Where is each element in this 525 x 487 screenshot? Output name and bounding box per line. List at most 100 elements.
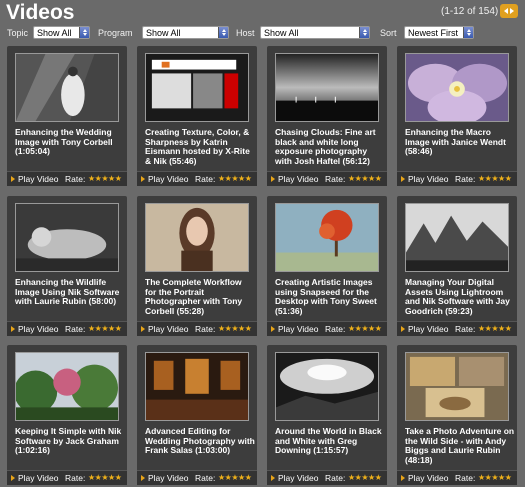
rating-stars[interactable]: ★★★★★ [478, 471, 512, 485]
program-select-value: Show All [146, 28, 181, 38]
video-title[interactable]: Take a Photo Adventure on the Wild Side … [405, 426, 515, 465]
play-icon[interactable] [11, 475, 15, 481]
rate-label: Rate: [325, 473, 346, 483]
video-title[interactable]: Enhancing the Wedding Image with Tony Co… [15, 127, 125, 157]
video-title[interactable]: Advanced Editing for Wedding Photography… [145, 426, 255, 456]
rating-stars[interactable]: ★★★★★ [348, 172, 382, 186]
card-footer: Play Video Rate: ★★★★★ [267, 321, 387, 336]
video-title[interactable]: Keeping It Simple with Nik Software by J… [15, 426, 125, 456]
video-thumbnail[interactable] [145, 203, 249, 272]
video-card[interactable]: Keeping It Simple with Nik Software by J… [7, 345, 127, 485]
play-video-link[interactable]: Play Video [278, 471, 318, 485]
video-title[interactable]: Enhancing the Wildlife Image Using Nik S… [15, 277, 125, 307]
select-arrows-icon[interactable] [218, 27, 228, 38]
rating-stars[interactable]: ★★★★★ [88, 322, 122, 336]
select-arrows-icon[interactable] [79, 27, 89, 38]
video-thumbnail[interactable] [145, 53, 249, 122]
play-video-link[interactable]: Play Video [18, 471, 58, 485]
video-card[interactable]: Enhancing the Macro Image with Janice We… [397, 46, 517, 186]
play-icon[interactable] [401, 326, 405, 332]
play-icon[interactable] [141, 326, 145, 332]
video-thumbnail[interactable] [145, 352, 249, 421]
play-video-link[interactable]: Play Video [408, 322, 448, 336]
video-thumbnail[interactable] [15, 53, 119, 122]
rating-stars[interactable]: ★★★★★ [348, 322, 382, 336]
rate-label: Rate: [455, 324, 476, 334]
video-card[interactable]: Creating Artistic Images using Snapseed … [267, 196, 387, 336]
card-footer: Play Video Rate: ★★★★★ [137, 321, 257, 336]
card-footer: Play Video Rate: ★★★★★ [267, 171, 387, 186]
play-video-link[interactable]: Play Video [148, 322, 188, 336]
video-thumbnail[interactable] [405, 203, 509, 272]
topic-select[interactable]: Show All [33, 26, 90, 39]
play-icon[interactable] [271, 176, 275, 182]
play-video-link[interactable]: Play Video [18, 322, 58, 336]
rate-label: Rate: [65, 174, 86, 184]
play-icon[interactable] [11, 176, 15, 182]
video-card[interactable]: Creating Texture, Color, & Sharpness by … [137, 46, 257, 186]
program-label: Program [98, 28, 133, 38]
play-video-link[interactable]: Play Video [278, 322, 318, 336]
card-footer: Play Video Rate: ★★★★★ [397, 470, 517, 485]
play-icon[interactable] [401, 475, 405, 481]
video-thumbnail[interactable] [405, 53, 509, 122]
sort-select[interactable]: Newest First [404, 26, 474, 39]
video-card[interactable]: Take a Photo Adventure on the Wild Side … [397, 345, 517, 485]
video-card[interactable]: Advanced Editing for Wedding Photography… [137, 345, 257, 485]
play-icon[interactable] [141, 475, 145, 481]
rating-stars[interactable]: ★★★★★ [218, 322, 252, 336]
rating-stars[interactable]: ★★★★★ [348, 471, 382, 485]
video-thumbnail[interactable] [15, 352, 119, 421]
play-icon[interactable] [271, 475, 275, 481]
video-title[interactable]: Creating Artistic Images using Snapseed … [275, 277, 385, 316]
page-title: Videos [6, 1, 75, 24]
play-icon[interactable] [141, 176, 145, 182]
video-title[interactable]: The Complete Workflow for the Portrait P… [145, 277, 255, 316]
rate-label: Rate: [65, 324, 86, 334]
select-arrows-icon[interactable] [463, 27, 473, 38]
video-card[interactable]: Around the World in Black and White with… [267, 345, 387, 485]
video-title[interactable]: Enhancing the Macro Image with Janice We… [405, 127, 515, 157]
pagination-arrows[interactable] [500, 4, 518, 18]
host-select-value: Show All [264, 28, 299, 38]
video-thumbnail[interactable] [15, 203, 119, 272]
rating-stars[interactable]: ★★★★★ [218, 471, 252, 485]
rate-label: Rate: [195, 174, 216, 184]
video-card[interactable]: The Complete Workflow for the Portrait P… [137, 196, 257, 336]
select-arrows-icon[interactable] [359, 27, 369, 38]
rating-stars[interactable]: ★★★★★ [88, 471, 122, 485]
video-card[interactable]: Enhancing the Wedding Image with Tony Co… [7, 46, 127, 186]
play-video-link[interactable]: Play Video [148, 471, 188, 485]
card-footer: Play Video Rate: ★★★★★ [137, 470, 257, 485]
play-video-link[interactable]: Play Video [18, 172, 58, 186]
rating-stars[interactable]: ★★★★★ [478, 172, 512, 186]
video-title[interactable]: Around the World in Black and White with… [275, 426, 385, 456]
video-card[interactable]: Enhancing the Wildlife Image Using Nik S… [7, 196, 127, 336]
play-video-link[interactable]: Play Video [408, 172, 448, 186]
video-title[interactable]: Creating Texture, Color, & Sharpness by … [145, 127, 255, 166]
rating-stars[interactable]: ★★★★★ [218, 172, 252, 186]
video-title[interactable]: Chasing Clouds: Fine art black and white… [275, 127, 385, 166]
program-select[interactable]: Show All [142, 26, 229, 39]
filter-bar: Topic Show All Program Show All Host Sho… [0, 26, 525, 42]
play-video-link[interactable]: Play Video [148, 172, 188, 186]
video-thumbnail[interactable] [405, 352, 509, 421]
video-card[interactable]: Managing Your Digital Assets Using Light… [397, 196, 517, 336]
play-icon[interactable] [271, 326, 275, 332]
next-arrow-icon[interactable] [510, 8, 514, 14]
host-select[interactable]: Show All [260, 26, 370, 39]
play-icon[interactable] [11, 326, 15, 332]
video-title[interactable]: Managing Your Digital Assets Using Light… [405, 277, 515, 316]
video-thumbnail[interactable] [275, 53, 379, 122]
rating-stars[interactable]: ★★★★★ [478, 322, 512, 336]
previous-arrow-icon[interactable] [504, 8, 508, 14]
play-icon[interactable] [401, 176, 405, 182]
play-video-link[interactable]: Play Video [278, 172, 318, 186]
play-video-link[interactable]: Play Video [408, 471, 448, 485]
card-footer: Play Video Rate: ★★★★★ [267, 470, 387, 485]
video-thumbnail[interactable] [275, 203, 379, 272]
rate-label: Rate: [195, 473, 216, 483]
video-card[interactable]: Chasing Clouds: Fine art black and white… [267, 46, 387, 186]
video-thumbnail[interactable] [275, 352, 379, 421]
rating-stars[interactable]: ★★★★★ [88, 172, 122, 186]
